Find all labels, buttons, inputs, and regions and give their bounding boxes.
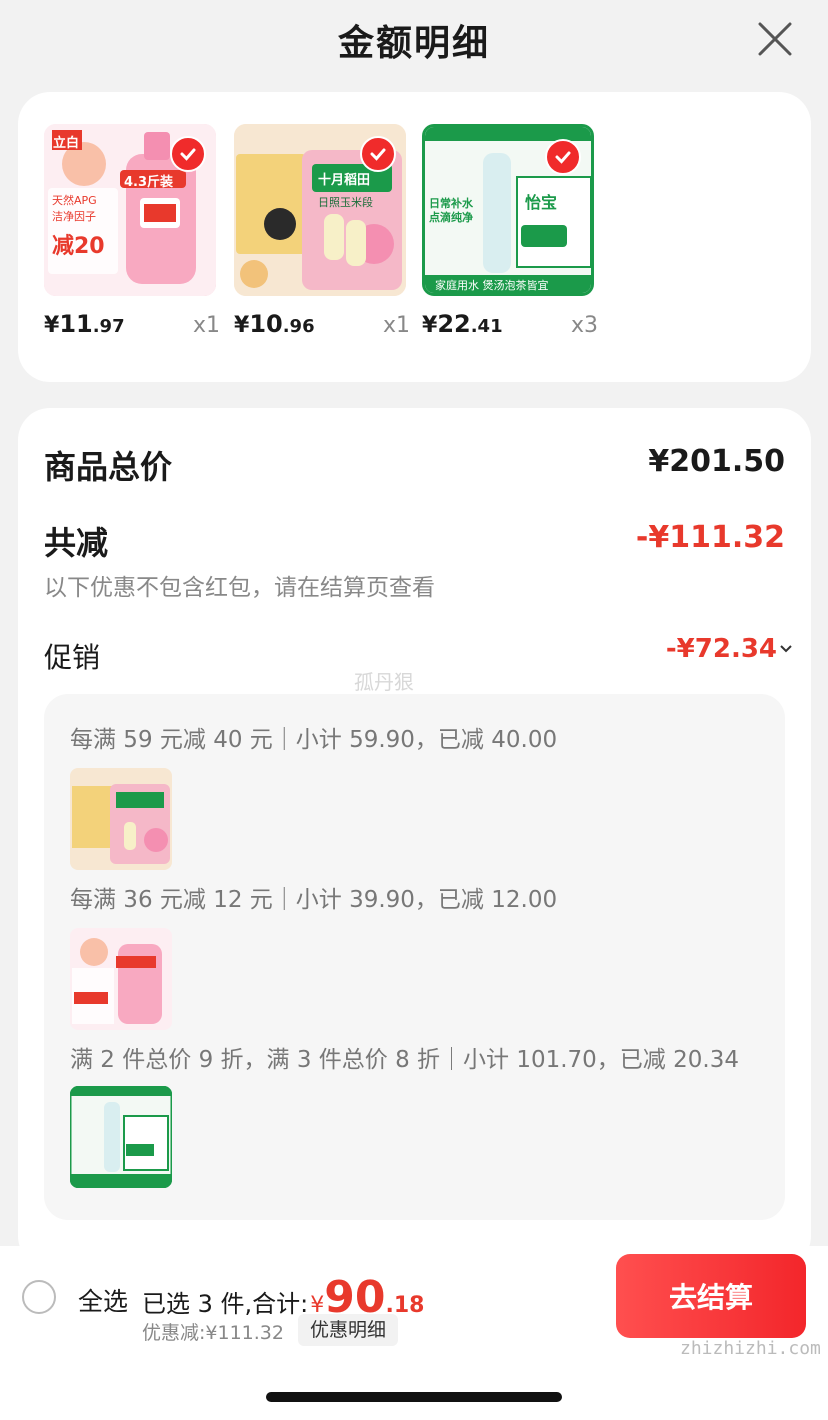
selected-check-icon[interactable]: [170, 136, 206, 172]
header: 金额明细: [0, 0, 828, 80]
site-watermark: zhizhizhi.com: [680, 1338, 821, 1359]
reduce-value: -¥111.32: [635, 520, 785, 555]
checkout-bar: 全选 已选 3 件,合计: ¥ 90 .18 优惠减:¥111.32 优惠明细 …: [0, 1246, 828, 1420]
price-row: ¥11.97 x1: [44, 310, 220, 350]
checkout-button[interactable]: 去结算: [616, 1254, 806, 1338]
product-image-detergent[interactable]: 立白 4.3斤装 天然APG 洁净因子 减20: [44, 124, 216, 296]
brand-label: 十月稻田: [318, 173, 371, 188]
page-title: 金额明细: [337, 23, 490, 64]
badge-label: 日照玉米段: [318, 196, 373, 209]
promo-label: 减20: [52, 234, 105, 259]
selected-products-card: 立白 4.3斤装 天然APG 洁净因子 减20 ¥11.97 x1 十月稻田 日…: [18, 92, 811, 382]
promotion-thumb-water[interactable]: [70, 1086, 172, 1188]
tagline-label: 家庭用水 煲汤泡茶皆宜: [435, 279, 549, 292]
discount-amount: 优惠减:¥111.32: [142, 1322, 284, 1344]
promo-value[interactable]: -¥72.34: [666, 634, 777, 664]
unit-price: ¥22.41: [422, 310, 503, 338]
promotion-rule: 每满 59 元减 40 元｜小计 59.90，已减 40.00: [70, 727, 558, 753]
selected-check-icon[interactable]: [545, 139, 581, 175]
home-indicator[interactable]: [266, 1392, 562, 1402]
product-item[interactable]: 十月稻田 日照玉米段 ¥10.96 x1: [234, 124, 410, 338]
headline-label: 日常补水 点滴纯净: [429, 197, 473, 225]
selected-check-icon[interactable]: [360, 136, 396, 172]
product-item[interactable]: 立白 4.3斤装 天然APG 洁净因子 减20 ¥11.97 x1: [44, 124, 220, 338]
close-icon[interactable]: [756, 20, 794, 58]
watermark-text: 孤丹狠: [354, 670, 414, 694]
promotion-thumb-detergent[interactable]: [70, 928, 172, 1030]
product-image-corn[interactable]: 十月稻田 日照玉米段: [234, 124, 406, 296]
promotion-rule: 满 2 件总价 9 折，满 3 件总价 8 折｜小计 101.70，已减 20.…: [70, 1047, 739, 1073]
total-value: ¥201.50: [648, 444, 785, 479]
badge-label: 4.3斤装: [124, 175, 174, 190]
unit-price: ¥10.96: [234, 310, 315, 338]
quantity: x3: [570, 313, 598, 338]
product-image-water[interactable]: 日常补水 点滴纯净 怡宝 家庭用水 煲汤泡茶皆宜: [422, 124, 594, 296]
price-details-card: 商品总价 ¥201.50 共减 -¥111.32 以下优惠不包含红包，请在结算页…: [18, 408, 811, 1268]
quantity: x1: [192, 313, 220, 338]
unit-price: ¥11.97: [44, 310, 125, 338]
reduce-label: 共减: [44, 524, 109, 562]
brand-label: 怡宝: [525, 193, 558, 212]
tag-label: 天然APG: [52, 194, 97, 207]
product-item[interactable]: 日常补水 点滴纯净 怡宝 家庭用水 煲汤泡茶皆宜 ¥22.41 x3: [422, 124, 598, 338]
price-row: ¥22.41 x3: [422, 310, 598, 350]
tag-label: 洁净因子: [52, 210, 96, 223]
selected-count: 已选 3 件,合计:: [142, 1290, 309, 1318]
promotion-rule: 每满 36 元减 12 元｜小计 39.90，已减 12.00: [70, 887, 558, 913]
select-all-radio[interactable]: [22, 1280, 56, 1314]
promotion-thumb-corn[interactable]: [70, 768, 172, 870]
select-all-label[interactable]: 全选: [78, 1282, 128, 1318]
chevron-down-icon[interactable]: [779, 636, 793, 660]
promo-label: 促销: [44, 641, 101, 674]
discount-detail-button[interactable]: 优惠明细: [298, 1314, 399, 1346]
total-label: 商品总价: [44, 448, 173, 486]
quantity: x1: [382, 313, 410, 338]
discount-note: 以下优惠不包含红包，请在结算页查看: [44, 575, 435, 601]
price-row: ¥10.96 x1: [234, 310, 410, 350]
brand-label: 立白: [53, 136, 80, 151]
promotion-list: 每满 59 元减 40 元｜小计 59.90，已减 40.00 每满 36 元减…: [44, 694, 785, 1220]
